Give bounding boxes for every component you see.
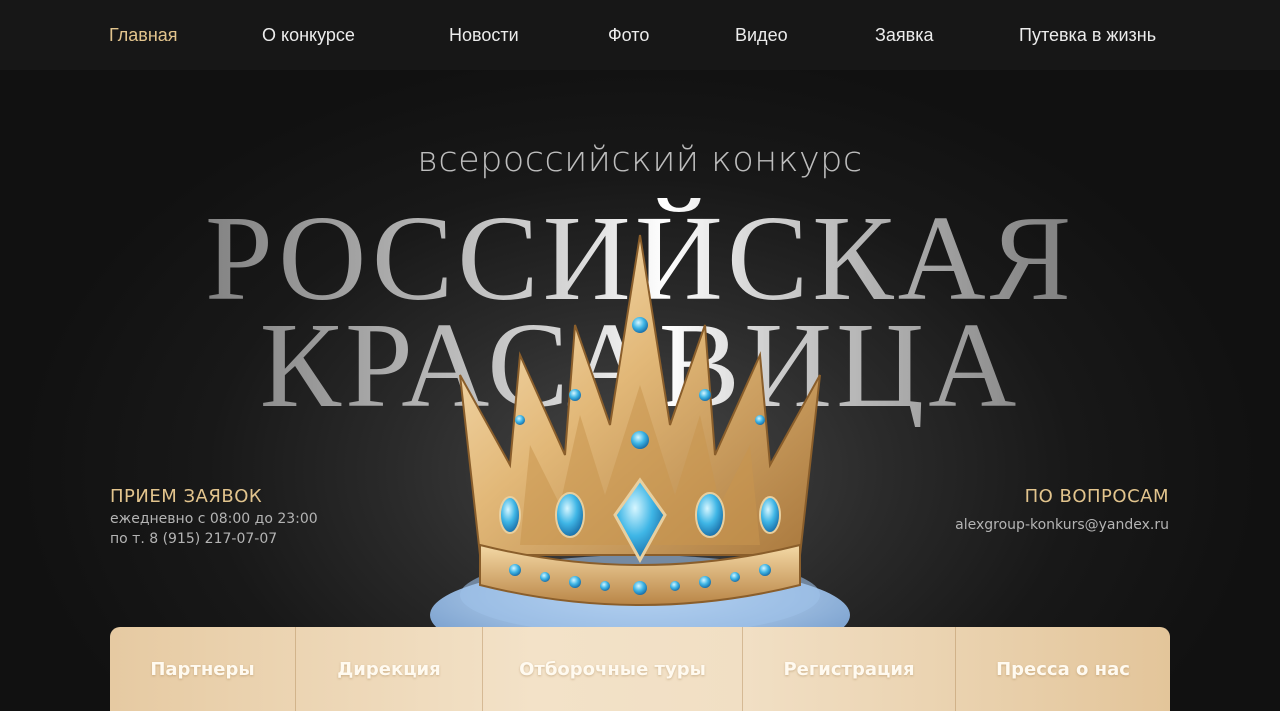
applications-heading: ПРИЕМ ЗАЯВОК: [110, 486, 263, 507]
nav-item-home[interactable]: Главная: [109, 25, 178, 46]
nav-item-about[interactable]: О конкурсе: [262, 25, 355, 46]
bottom-item-press[interactable]: Пресса о нас: [956, 627, 1170, 711]
applications-info: ПРИЕМ ЗАЯВОК ежедневно с 08:00 до 23:00 …: [110, 486, 318, 547]
bottom-menu: Партнеры Дирекция Отборочные туры Регист…: [110, 627, 1170, 711]
nav-item-video[interactable]: Видео: [735, 25, 788, 46]
nav-item-photo[interactable]: Фото: [608, 25, 649, 46]
questions-email[interactable]: alexgroup-konkurs@yandex.ru: [955, 517, 1169, 533]
questions-info: ПО ВОПРОСАМ alexgroup-konkurs@yandex.ru: [955, 486, 1169, 533]
crown-icon: [430, 234, 850, 635]
applications-phone[interactable]: по т. 8 (915) 217-07-07: [110, 531, 318, 547]
nav-item-application[interactable]: Заявка: [875, 25, 933, 46]
bottom-item-registration[interactable]: Регистрация: [743, 627, 956, 711]
bottom-item-partners[interactable]: Партнеры: [110, 627, 296, 711]
top-navigation: Главная О конкурсе Новости Фото Видео За…: [0, 0, 1280, 70]
nav-item-ticket-to-life[interactable]: Путевка в жизнь: [1019, 25, 1156, 46]
bottom-item-qualifying-rounds[interactable]: Отборочные туры: [483, 627, 743, 711]
nav-item-news[interactable]: Новости: [449, 25, 519, 46]
applications-schedule: ежедневно с 08:00 до 23:00: [110, 511, 318, 527]
hero-subtitle: всероссийский конкурс: [417, 140, 863, 180]
bottom-item-direction[interactable]: Дирекция: [296, 627, 483, 711]
questions-heading: ПО ВОПРОСАМ: [1024, 486, 1169, 507]
